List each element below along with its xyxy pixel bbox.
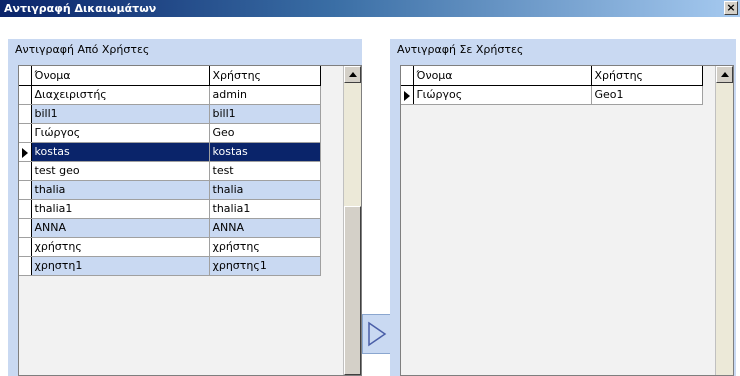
- row-indicator: [19, 66, 32, 86]
- cell-user: thalia: [209, 180, 321, 200]
- cell-name: Διαχειριστής: [31, 85, 210, 105]
- row-indicator: [19, 104, 32, 124]
- title-bar: Αντιγραφή Δικαιωμάτων ×: [0, 0, 740, 17]
- window-title: Αντιγραφή Δικαιωμάτων: [4, 2, 157, 15]
- table-row[interactable]: Γιώργος Geo: [19, 123, 321, 143]
- cell-user: bill1: [209, 104, 321, 124]
- table-row[interactable]: thalia1 thalia1: [19, 199, 321, 219]
- cell-name: χρήστης: [31, 237, 210, 257]
- table-row[interactable]: test geo test: [19, 161, 321, 181]
- copy-from-header: Αντιγραφή Από Χρήστες: [15, 43, 150, 56]
- header-row: Όνομα Χρήστης: [19, 66, 321, 86]
- copy-from-scrollbar[interactable]: [343, 66, 361, 375]
- copy-to-panel: Αντιγραφή Σε Χρήστες Όνομα Χρήστης Γιώργος…: [390, 39, 736, 376]
- scroll-up-button[interactable]: [716, 66, 733, 83]
- cell-user: admin: [209, 85, 321, 105]
- cell-name: test geo: [31, 161, 210, 181]
- copy-to-header: Αντιγραφή Σε Χρήστες: [397, 43, 524, 56]
- cell-name: kostas: [31, 142, 210, 162]
- row-indicator: [19, 85, 32, 105]
- cell-user: ANNA: [209, 218, 321, 238]
- table-row[interactable]: Γιώργος Geo1: [401, 85, 703, 105]
- row-indicator: [19, 199, 32, 219]
- cell-user: χρήστης: [209, 237, 321, 257]
- row-indicator: [19, 237, 32, 257]
- scroll-thumb[interactable]: [344, 206, 361, 375]
- table-row[interactable]: kostas kostas: [19, 142, 321, 162]
- row-indicator: [19, 123, 32, 143]
- column-header-name[interactable]: Όνομα: [31, 66, 210, 86]
- arrow-up-icon: [349, 72, 357, 77]
- row-indicator: [401, 85, 414, 105]
- row-indicator: [19, 256, 32, 276]
- cell-user: kostas: [209, 142, 321, 162]
- triangle-right-icon: [368, 321, 387, 347]
- cell-user: thalia1: [209, 199, 321, 219]
- close-button[interactable]: ×: [724, 1, 738, 15]
- copy-from-panel: Αντιγραφή Από Χρήστες Όνομα Χρήστης Διαχει…: [8, 39, 362, 376]
- cell-name: χρηστη1: [31, 256, 210, 276]
- cell-name: bill1: [31, 104, 210, 124]
- table-row[interactable]: χρήστης χρήστης: [19, 237, 321, 257]
- copy-from-table: Όνομα Χρήστης Διαχειριστής admin bill1 bill1 Γ…: [19, 66, 321, 276]
- row-pointer-icon: [404, 90, 410, 101]
- row-indicator: [19, 218, 32, 238]
- table-row[interactable]: χρηστη1 χρηστης1: [19, 256, 321, 276]
- scroll-up-button[interactable]: [344, 66, 361, 83]
- row-indicator: [19, 161, 32, 181]
- header-row: Όνομα Χρήστης: [401, 66, 703, 86]
- dialog-client: Αντιγραφή Από Χρήστες Όνομα Χρήστης Διαχει…: [0, 17, 740, 376]
- copy-from-grid[interactable]: Όνομα Χρήστης Διαχειριστής admin bill1 bill1 Γ…: [18, 65, 362, 376]
- column-header-name[interactable]: Όνομα: [413, 66, 592, 86]
- cell-user: Geo1: [591, 85, 703, 105]
- column-header-user[interactable]: Χρήστης: [591, 66, 703, 86]
- table-row[interactable]: Διαχειριστής admin: [19, 85, 321, 105]
- copy-to-grid[interactable]: Όνομα Χρήστης Γιώργος Geo1: [400, 65, 734, 376]
- cell-name: thalia1: [31, 199, 210, 219]
- cell-name: ANNA: [31, 218, 210, 238]
- table-row[interactable]: ANNA ANNA: [19, 218, 321, 238]
- table-row[interactable]: bill1 bill1: [19, 104, 321, 124]
- cell-user: χρηστης1: [209, 256, 321, 276]
- cell-name: Γιώργος: [31, 123, 210, 143]
- copy-to-table: Όνομα Χρήστης Γιώργος Geo1: [401, 66, 703, 105]
- row-indicator: [19, 180, 32, 200]
- arrow-up-icon: [721, 72, 729, 77]
- cell-name: Γιώργος: [413, 85, 592, 105]
- table-row[interactable]: thalia thalia: [19, 180, 321, 200]
- row-indicator: [401, 66, 414, 86]
- copy-to-scrollbar[interactable]: [715, 66, 733, 375]
- close-icon: ×: [726, 1, 736, 14]
- cell-user: test: [209, 161, 321, 181]
- row-indicator: [19, 142, 32, 162]
- copy-permissions-button[interactable]: [362, 314, 392, 354]
- cell-name: thalia: [31, 180, 210, 200]
- column-header-user[interactable]: Χρήστης: [209, 66, 321, 86]
- row-pointer-icon: [22, 147, 28, 158]
- cell-user: Geo: [209, 123, 321, 143]
